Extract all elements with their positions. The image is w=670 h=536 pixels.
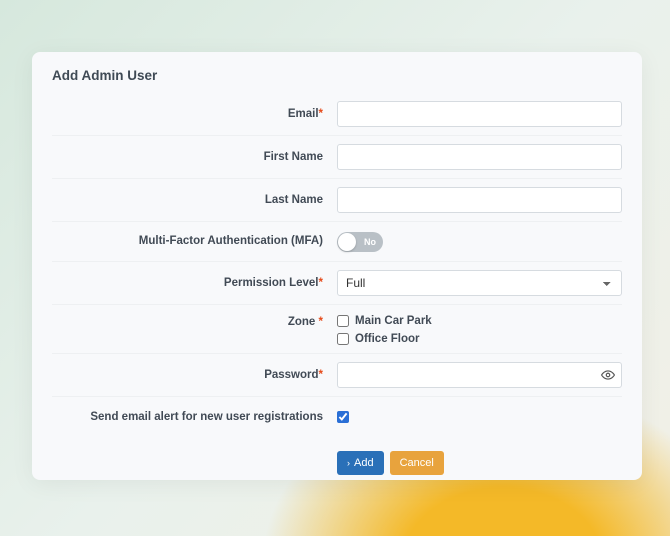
email-input[interactable] (337, 101, 622, 127)
mfa-toggle[interactable]: No (337, 232, 383, 252)
add-button[interactable]: › Add (337, 451, 384, 475)
label-password: Password* (52, 368, 337, 383)
label-last-name: Last Name (52, 193, 337, 208)
label-mfa: Multi-Factor Authentication (MFA) (52, 234, 337, 249)
label-email: Email* (52, 107, 337, 122)
row-email: Email* (52, 93, 622, 136)
row-mfa: Multi-Factor Authentication (MFA) No (52, 222, 622, 262)
label-first-name: First Name (52, 150, 337, 165)
panel-title: Add Admin User (52, 68, 622, 83)
cancel-button[interactable]: Cancel (390, 451, 444, 475)
mfa-state-label: No (364, 237, 376, 247)
chevron-right-icon: › (347, 458, 350, 468)
label-send-alert: Send email alert for new user registrati… (52, 410, 337, 425)
row-permission: Permission Level* Full (52, 262, 622, 305)
row-send-alert: Send email alert for new user registrati… (52, 397, 622, 437)
label-zone: Zone * (52, 315, 337, 330)
last-name-input[interactable] (337, 187, 622, 213)
first-name-input[interactable] (337, 144, 622, 170)
eye-icon[interactable] (600, 367, 616, 383)
row-first-name: First Name (52, 136, 622, 179)
zone-checkbox-1[interactable] (337, 333, 349, 345)
send-alert-checkbox[interactable] (337, 411, 349, 423)
row-zone: Zone * Main Car Park Office Floor (52, 305, 622, 354)
add-admin-user-panel: Add Admin User Email* First Name Last Na… (32, 52, 642, 480)
zone-checkbox-0[interactable] (337, 315, 349, 327)
form-actions: › Add Cancel (52, 451, 622, 475)
row-password: Password* (52, 354, 622, 397)
permission-select[interactable]: Full (337, 270, 622, 296)
zone-label-0: Main Car Park (355, 315, 432, 327)
toggle-knob (338, 233, 356, 251)
label-permission: Permission Level* (52, 276, 337, 291)
zone-label-1: Office Floor (355, 333, 420, 345)
zone-option-1[interactable]: Office Floor (337, 333, 622, 345)
password-input[interactable] (337, 362, 622, 388)
zone-option-0[interactable]: Main Car Park (337, 315, 622, 327)
row-last-name: Last Name (52, 179, 622, 222)
